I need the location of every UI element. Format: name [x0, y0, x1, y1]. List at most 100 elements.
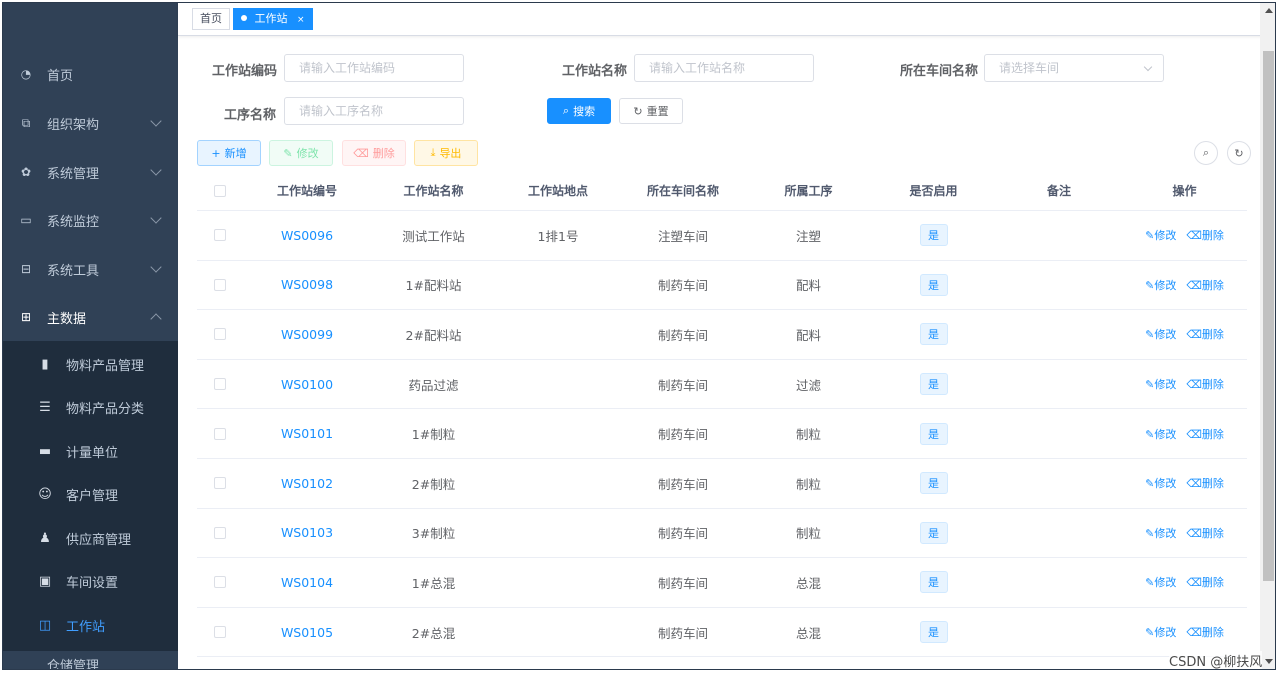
cell-code-text[interactable]: WS0096 — [281, 228, 333, 243]
close-icon[interactable]: × — [297, 15, 305, 25]
row-edit-button[interactable]: ✎修改 — [1145, 624, 1176, 640]
row-edit-label: 修改 — [1154, 477, 1177, 491]
row-edit-button[interactable]: ✎修改 — [1145, 426, 1176, 442]
header-workshop: 所在车间名称 — [646, 184, 719, 198]
select-all-checkbox[interactable] — [214, 184, 226, 197]
gear-icon: ✿ — [20, 165, 32, 179]
cell-code-text[interactable]: WS0103 — [281, 525, 333, 540]
pencil-icon: ✎ — [283, 146, 293, 160]
cell-code-text[interactable]: WS0104 — [281, 575, 333, 590]
toggle-search-button[interactable]: ⌕ — [1194, 141, 1218, 165]
row-edit-label: 修改 — [1154, 427, 1177, 441]
row-delete-button[interactable]: ⌫删除 — [1186, 376, 1224, 392]
row-checkbox[interactable] — [214, 526, 226, 539]
refresh-table-button[interactable]: ↻ — [1227, 141, 1251, 165]
cell-name: 2#制粒 — [371, 459, 496, 508]
row-select-cell — [197, 558, 243, 607]
row-checkbox[interactable] — [214, 576, 226, 589]
row-delete-button[interactable]: ⌫删除 — [1186, 475, 1224, 491]
page-scrollbar[interactable] — [1260, 3, 1275, 669]
name-input[interactable]: 请输入工作站名称 — [634, 54, 814, 82]
row-delete-button[interactable]: ⌫删除 — [1186, 525, 1224, 541]
row-delete-button[interactable]: ⌫删除 — [1186, 624, 1224, 640]
clapper-icon: ▬ — [38, 444, 52, 459]
header-name: 工作站名称 — [403, 184, 464, 198]
row-delete-button[interactable]: ⌫删除 — [1186, 426, 1224, 442]
row-edit-button[interactable]: ✎修改 — [1145, 475, 1176, 491]
code-input[interactable]: 请输入工作站编码 — [284, 54, 464, 82]
sidebar-item-warehouse[interactable]: 仓储管理 — [3, 651, 178, 669]
sidebar-item-master-data[interactable]: ⊞ 主数据 — [3, 293, 178, 341]
cell-location — [496, 310, 620, 359]
workshop-select[interactable]: 请选择车间 — [984, 54, 1164, 82]
header-process: 所属工序 — [784, 184, 833, 198]
sidebar-item-monitor[interactable]: ▭ 系统监控 — [3, 196, 178, 244]
row-checkbox[interactable] — [214, 328, 226, 341]
sidebar-item-tools[interactable]: ⊟ 系统工具 — [3, 245, 178, 293]
cell-remark — [996, 360, 1122, 409]
row-select-cell — [197, 360, 243, 409]
tags-view: 首页 工作站 × — [178, 3, 1275, 36]
header-remark: 备注 — [1046, 184, 1071, 198]
cell-code-text[interactable]: WS0098 — [281, 277, 333, 292]
row-edit-button[interactable]: ✎修改 — [1145, 376, 1176, 392]
add-button[interactable]: + 新增 — [197, 140, 261, 166]
cell-workshop: 制药车间 — [620, 310, 746, 359]
cell-code: WS0101 — [243, 409, 371, 458]
sub-item-workstation[interactable]: ◫ 工作站 — [3, 604, 178, 647]
row-checkbox[interactable] — [214, 477, 226, 490]
sub-item-material-product[interactable]: ▮ 物料产品管理 — [3, 343, 178, 386]
row-edit-button[interactable]: ✎修改 — [1145, 525, 1176, 541]
cell-enabled: 是 — [871, 211, 996, 260]
process-input[interactable]: 请输入工序名称 — [284, 97, 464, 125]
reset-button[interactable]: ↻ 重置 — [619, 98, 683, 124]
row-checkbox[interactable] — [214, 427, 226, 440]
row-delete-button[interactable]: ⌫删除 — [1186, 227, 1224, 243]
tag-home[interactable]: 首页 — [192, 8, 230, 30]
sidebar-item-org[interactable]: ⧉ 组织架构 — [3, 99, 178, 147]
edit-button[interactable]: ✎ 修改 — [269, 140, 333, 166]
cell-code-text[interactable]: WS0105 — [281, 625, 333, 640]
sub-item-customer[interactable]: ☺ 客户管理 — [3, 473, 178, 516]
row-checkbox[interactable] — [214, 626, 226, 639]
row-delete-button[interactable]: ⌫删除 — [1186, 277, 1224, 293]
search-button[interactable]: ⌕ 搜索 — [547, 98, 611, 124]
row-checkbox[interactable] — [214, 378, 226, 391]
enabled-tag: 是 — [919, 373, 948, 396]
sidebar-item-label: 系统管理 — [47, 166, 100, 182]
sub-item-material-category[interactable]: ☰ 物料产品分类 — [3, 386, 178, 429]
row-select-cell — [197, 211, 243, 260]
pencil-icon: ✎ — [1145, 477, 1155, 491]
monitor-icon: ▭ — [20, 213, 32, 227]
row-edit-button[interactable]: ✎修改 — [1145, 326, 1176, 342]
cell-code-text[interactable]: WS0099 — [281, 327, 333, 342]
table-row: WS0096 测试工作站 1排1号 注塑车间 注塑 是 ✎修改 ⌫删除 — [197, 211, 1247, 261]
row-delete-button[interactable]: ⌫删除 — [1186, 326, 1224, 342]
row-checkbox[interactable] — [214, 229, 226, 242]
scroll-down-arrow-icon[interactable] — [1265, 659, 1273, 664]
sub-item-workshop[interactable]: ▣ 车间设置 — [3, 560, 178, 603]
sidebar-item-home[interactable]: ◔ 首页 — [3, 50, 178, 98]
delete-button[interactable]: ⌫ 删除 — [342, 140, 406, 166]
tag-workstation[interactable]: 工作站 × — [233, 8, 313, 30]
enabled-tag: 是 — [919, 571, 948, 594]
workshop-icon: ▣ — [38, 574, 52, 589]
sub-item-unit[interactable]: ▬ 计量单位 — [3, 430, 178, 473]
row-checkbox[interactable] — [214, 278, 226, 291]
sub-item-supplier[interactable]: ♟ 供应商管理 — [3, 517, 178, 560]
cell-name: 药品过滤 — [371, 360, 496, 409]
scroll-up-arrow-icon[interactable] — [1265, 8, 1273, 13]
export-button[interactable]: ⤓ 导出 — [414, 140, 478, 166]
cell-code-text[interactable]: WS0102 — [281, 476, 333, 491]
cell-code-text[interactable]: WS0100 — [281, 377, 333, 392]
cell-process-text: 总混 — [795, 625, 821, 641]
row-edit-button[interactable]: ✎修改 — [1145, 227, 1176, 243]
row-edit-button[interactable]: ✎修改 — [1145, 574, 1176, 590]
cell-process: 注塑 — [746, 211, 871, 260]
pencil-icon: ✎ — [1145, 427, 1155, 441]
row-delete-button[interactable]: ⌫删除 — [1186, 574, 1224, 590]
scrollbar-thumb[interactable] — [1263, 51, 1274, 581]
sidebar-item-system[interactable]: ✿ 系统管理 — [3, 148, 178, 196]
row-edit-button[interactable]: ✎修改 — [1145, 277, 1176, 293]
cell-code-text[interactable]: WS0101 — [281, 426, 333, 441]
